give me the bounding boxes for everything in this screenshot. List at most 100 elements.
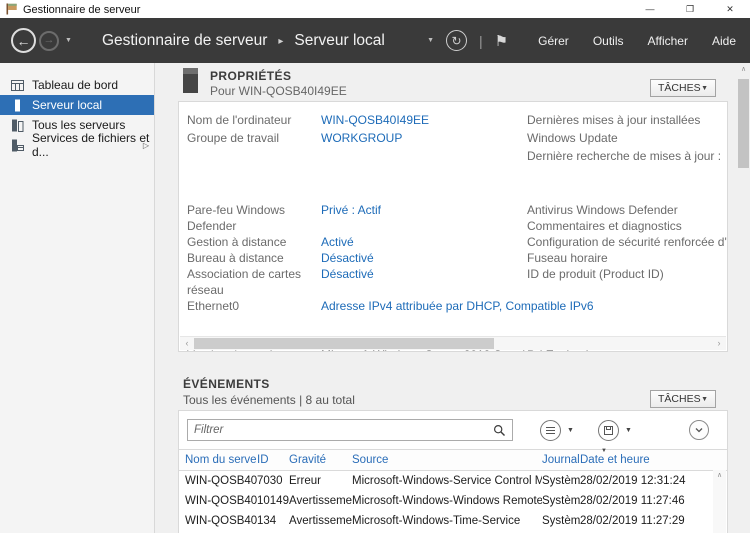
event-row[interactable]: WIN-QOSB40I49EE 10149 Avertissement Micr… — [179, 491, 727, 511]
event-row[interactable]: WIN-QOSB40I49EE 134 Avertissement Micros… — [179, 511, 727, 531]
tasks-label: TÂCHES — [658, 393, 701, 405]
cell-severity: Avertissement — [289, 495, 352, 507]
event-row[interactable]: WIN-QOSB40I49EE 7030 Erreur Microsoft-Wi… — [179, 471, 727, 491]
property-value-link[interactable]: WORKGROUP — [321, 129, 402, 147]
properties-title: PROPRIÉTÉS — [210, 69, 291, 83]
sort-indicator-icon: ▼ — [601, 448, 607, 454]
filter-criteria-button[interactable]: ▼ — [540, 420, 574, 441]
filter-input[interactable] — [188, 424, 493, 436]
property-value-link[interactable]: Désactivé — [321, 266, 374, 298]
server-manager-window: Gestionnaire de serveur — ❐ ✕ ← → ▼ Gest… — [0, 0, 750, 533]
events-vertical-scrollbar[interactable]: ∧ — [713, 470, 726, 533]
sidebar-item-label: Tableau de bord — [32, 78, 118, 92]
horizontal-scrollbar[interactable]: ‹ › — [180, 336, 726, 350]
property-label: Association de cartes réseau — [187, 266, 321, 298]
property-row: Pare-feu Windows Defender Privé : Actif — [187, 202, 527, 234]
cell-journal: Système — [542, 515, 580, 527]
properties-tasks-button[interactable]: TÂCHES ▼ — [650, 79, 716, 97]
caret-down-icon[interactable]: ▼ — [625, 427, 632, 434]
scrollbar-track[interactable] — [194, 337, 712, 350]
column-header-journal[interactable]: Journal — [542, 454, 580, 466]
save-query-icon[interactable] — [598, 420, 619, 441]
property-row: Groupe de travail WORKGROUP — [187, 129, 527, 147]
close-button[interactable]: ✕ — [710, 0, 750, 18]
tasks-label: TÂCHES — [658, 82, 701, 94]
property-label: Pare-feu Windows Defender — [187, 202, 321, 234]
property-value-link[interactable]: Désactivé — [321, 250, 374, 266]
property-label: ID de produit (Product ID) — [527, 266, 727, 282]
back-button[interactable]: ← — [11, 28, 36, 53]
scroll-right-icon[interactable]: › — [712, 337, 726, 350]
property-value-link[interactable]: WIN-QOSB40I49EE — [321, 111, 429, 129]
events-toolbar: ▼ ▼ — [179, 411, 727, 449]
property-label: Bureau à distance — [187, 250, 321, 266]
properties-group-1: Nom de l'ordinateur WIN-QOSB40I49EE Grou… — [179, 111, 727, 165]
column-header-datetime[interactable]: Date et heure — [580, 454, 727, 466]
sidebar-item-label: Serveur local — [32, 98, 102, 112]
cell-severity: Erreur — [289, 475, 352, 487]
breadcrumb-root[interactable]: Gestionnaire de serveur — [102, 32, 267, 50]
cell-server: WIN-QOSB40I49EE — [185, 515, 257, 527]
column-header-severity[interactable]: Gravité — [289, 454, 352, 466]
scroll-left-icon[interactable]: ‹ — [180, 337, 194, 350]
collapse-chevron-button[interactable] — [689, 420, 709, 440]
property-label: Groupe de travail — [187, 129, 321, 147]
scope-dropdown-icon[interactable]: ▼ — [427, 37, 434, 44]
events-title: ÉVÉNEMENTS — [183, 377, 270, 391]
properties-server-icon — [183, 68, 198, 93]
history-dropdown-icon[interactable]: ▼ — [65, 37, 72, 44]
sidebar-item-label: Services de fichiers et d... — [32, 131, 154, 159]
save-query-button[interactable]: ▼ — [598, 420, 632, 441]
sidebar-item-tableau-de-bord[interactable]: Tableau de bord — [0, 75, 154, 95]
filter-box — [187, 419, 513, 441]
expand-arrow-icon[interactable]: ▷ — [143, 141, 149, 150]
scroll-up-icon[interactable]: ∧ — [713, 470, 726, 482]
property-label: Configuration de sécurité renforcée d'In… — [527, 234, 727, 250]
breadcrumb: Gestionnaire de serveur ▸ Serveur local — [102, 32, 385, 50]
cell-datetime: 28/02/2019 12:31:24 — [580, 475, 727, 487]
cell-journal: Système — [542, 495, 580, 507]
minimize-button[interactable]: — — [630, 0, 670, 18]
events-panel: ▼ ▼ — [178, 410, 728, 533]
properties-group-2: Pare-feu Windows Defender Privé : Actif … — [179, 202, 727, 314]
property-row: Gestion à distance Activé — [187, 234, 527, 250]
property-label: Fuseau horaire — [527, 250, 727, 266]
scroll-up-icon[interactable]: ∧ — [737, 63, 750, 77]
events-subtitle: Tous les événements | 8 au total — [183, 393, 355, 407]
forward-button[interactable]: → — [39, 31, 59, 51]
window-vertical-scrollbar[interactable]: ∧ — [737, 63, 750, 533]
caret-down-icon[interactable]: ▼ — [567, 427, 574, 434]
divider: | — [479, 33, 483, 49]
maximize-button[interactable]: ❐ — [670, 0, 710, 18]
cell-source: Microsoft-Windows-Windows Remote Managem… — [352, 495, 542, 507]
menu-afficher[interactable]: Afficher — [636, 28, 700, 54]
sidebar-item-serveur-local[interactable]: Serveur local — [0, 95, 154, 115]
property-label: Windows Update — [527, 129, 727, 147]
notifications-flag-icon[interactable]: ⚑ — [495, 32, 508, 50]
window-title: Gestionnaire de serveur — [23, 3, 630, 16]
property-label: Dernières mises à jour installées — [527, 111, 727, 129]
menu-gerer[interactable]: Gérer — [526, 28, 581, 54]
search-icon[interactable] — [493, 424, 506, 437]
properties-panel: Nom de l'ordinateur WIN-QOSB40I49EE Grou… — [178, 101, 728, 352]
property-value-link[interactable]: Activé — [321, 234, 354, 250]
sidebar-item-services-fichiers[interactable]: Services de fichiers et d... ▷ — [0, 135, 154, 155]
events-tasks-button[interactable]: TÂCHES ▼ — [650, 390, 716, 408]
all-servers-icon — [11, 119, 24, 132]
scrollbar-thumb[interactable] — [738, 79, 749, 168]
property-value-link[interactable]: Privé : Actif — [321, 202, 381, 234]
refresh-button[interactable]: ↻ — [446, 30, 467, 51]
column-header-server[interactable]: Nom du serveur — [185, 454, 257, 466]
menu-outils[interactable]: Outils — [581, 28, 636, 54]
list-filter-icon[interactable] — [540, 420, 561, 441]
cell-id: 7030 — [257, 475, 289, 487]
column-header-source[interactable]: Source — [352, 454, 542, 466]
menu-aide[interactable]: Aide — [700, 28, 748, 54]
property-label: Gestion à distance — [187, 234, 321, 250]
events-table-header: Nom du serveur ID Gravité Source Journal… — [179, 449, 727, 471]
scrollbar-thumb[interactable] — [194, 338, 494, 349]
column-header-id[interactable]: ID — [257, 454, 289, 466]
dashboard-icon — [11, 79, 24, 92]
cell-id: 134 — [257, 515, 289, 527]
main-panel: PROPRIÉTÉS Pour WIN-QOSB40I49EE TÂCHES ▼… — [155, 63, 750, 533]
